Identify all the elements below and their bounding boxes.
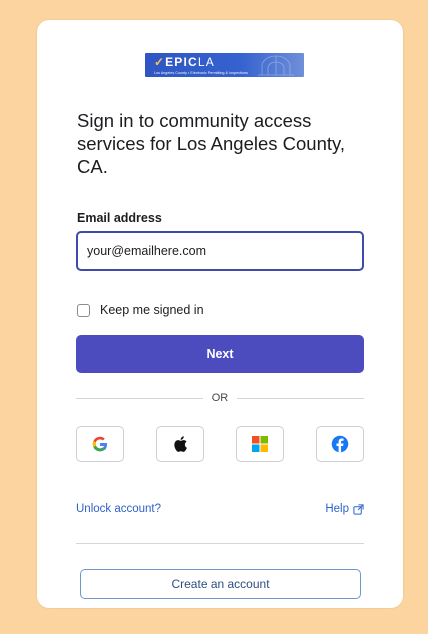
email-label: Email address [77, 211, 162, 225]
or-divider: OR [76, 391, 364, 405]
epic-la-logo: ✓ EPIC LA Los Angeles County • Electroni… [145, 53, 304, 77]
google-icon [92, 436, 107, 452]
apple-icon [174, 436, 187, 452]
social-sign-in-row [76, 426, 364, 462]
checkmark-logo-icon: ✓ [154, 55, 165, 69]
google-sign-in-button[interactable] [76, 426, 124, 462]
help-link[interactable]: Help [325, 503, 364, 515]
next-button[interactable]: Next [76, 335, 364, 373]
facebook-sign-in-button[interactable] [316, 426, 364, 462]
keep-signed-in-row[interactable]: Keep me signed in [77, 303, 204, 317]
email-input[interactable] [76, 231, 364, 271]
microsoft-sign-in-button[interactable] [236, 426, 284, 462]
create-account-button[interactable]: Create an account [80, 569, 361, 599]
keep-signed-in-checkbox[interactable] [77, 303, 90, 317]
logo-tagline: Los Angeles County • Electronic Permitti… [154, 71, 248, 75]
bottom-divider [76, 543, 364, 544]
sign-in-card: ✓ EPIC LA Los Angeles County • Electroni… [37, 20, 403, 608]
unlock-account-link[interactable]: Unlock account? [76, 503, 161, 515]
divider-line-left [76, 397, 203, 399]
or-text: OR [211, 392, 229, 404]
external-link-icon [353, 503, 364, 515]
page-title: Sign in to community access services for… [77, 110, 346, 177]
logo-brand-light: LA [197, 55, 215, 69]
microsoft-icon [252, 436, 268, 452]
facebook-icon [331, 435, 349, 453]
county-building-icon [258, 55, 294, 76]
help-link-label: Help [325, 503, 349, 515]
apple-sign-in-button[interactable] [156, 426, 204, 462]
logo-brand-bold: EPIC [165, 55, 198, 69]
keep-signed-in-label[interactable]: Keep me signed in [100, 303, 204, 317]
divider-line-right [237, 397, 364, 399]
